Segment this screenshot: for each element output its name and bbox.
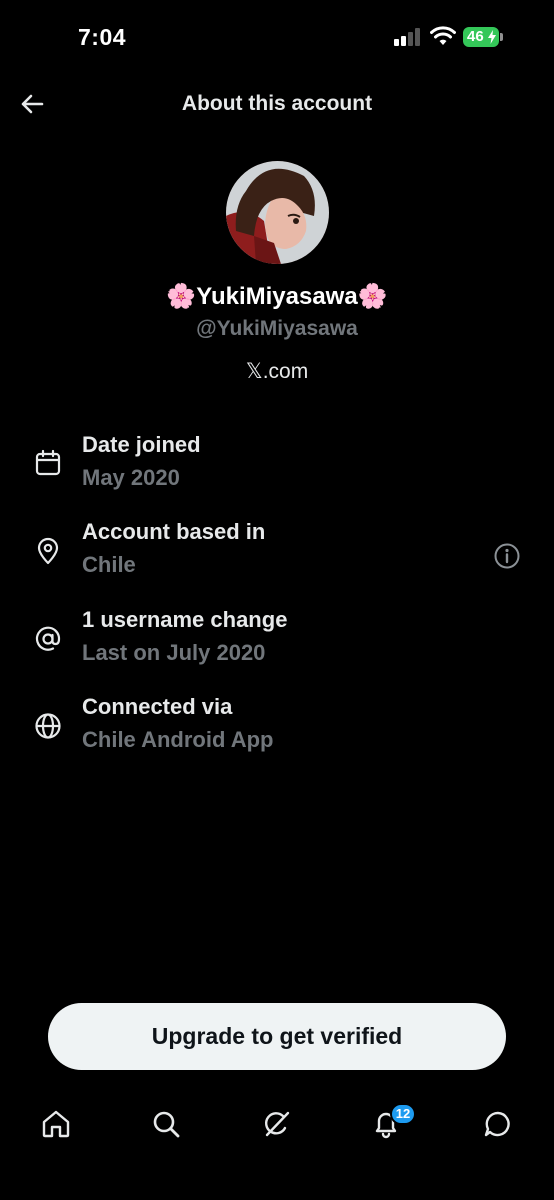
battery-tip (500, 33, 503, 41)
info-value: May 2020 (82, 465, 180, 490)
info-value: Last on July 2020 (82, 640, 266, 665)
info-title: 1 username change (82, 607, 288, 632)
charging-bolt-icon (488, 30, 496, 44)
search-icon[interactable] (150, 1108, 182, 1140)
battery-indicator: 46 (463, 27, 499, 47)
page-title: About this account (181, 92, 373, 115)
messages-icon[interactable] (482, 1108, 514, 1140)
info-value: Chile Android App (82, 727, 274, 752)
grok-icon[interactable] (261, 1108, 293, 1140)
info-row-date-joined: Date joined May 2020 (0, 432, 554, 502)
avatar[interactable] (226, 161, 329, 264)
bottom-navigation (0, 1100, 554, 1150)
status-time: 7:04 (78, 24, 127, 50)
upgrade-verified-button[interactable]: Upgrade to get verified (48, 1003, 506, 1070)
globe-icon (35, 713, 61, 739)
display-name: 🌸YukiMiyasawa🌸 (166, 283, 388, 310)
calendar-icon (35, 449, 61, 476)
home-icon[interactable] (40, 1108, 72, 1140)
at-sign-icon (35, 626, 61, 651)
info-title: Account based in (82, 519, 266, 544)
info-title: Date joined (82, 432, 201, 457)
notification-count-badge: 12 (390, 1103, 416, 1125)
info-row-account-based-in: Account based in Chile (0, 519, 554, 589)
cellular-signal-icon (394, 28, 424, 46)
username-handle: @YukiMiyasawa (196, 317, 358, 340)
info-value: Chile (82, 552, 136, 577)
info-row-username-changes: 1 username change Last on July 2020 (0, 607, 554, 677)
info-circle-icon[interactable] (492, 541, 522, 571)
website-label: 𝕏.com (245, 360, 309, 383)
battery-level: 46 (467, 28, 484, 45)
info-title: Connected via (82, 694, 233, 719)
location-pin-icon (37, 537, 59, 565)
info-row-connected-via: Connected via Chile Android App (0, 694, 554, 764)
wifi-icon (430, 26, 456, 45)
status-bar: 7:04 46 (0, 0, 554, 76)
avatar-image (226, 161, 329, 264)
